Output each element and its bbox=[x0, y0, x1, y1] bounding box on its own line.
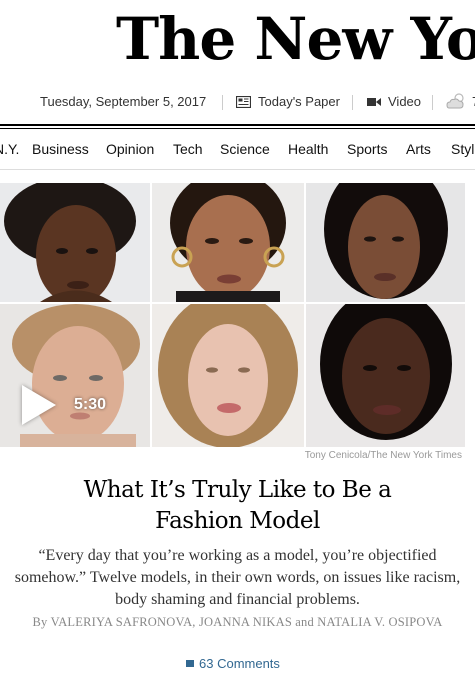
nav-item-sports[interactable]: Sports bbox=[347, 141, 387, 157]
comments-link[interactable]: 63 Comments bbox=[186, 656, 280, 671]
model-portrait bbox=[152, 304, 304, 447]
cloudy-weather-icon bbox=[446, 93, 464, 109]
nyt-logo[interactable]: The New York Times bbox=[116, 6, 475, 72]
video-duration: 5:30 bbox=[74, 396, 107, 413]
model-portrait bbox=[306, 304, 465, 447]
model-portrait bbox=[306, 183, 465, 302]
article-byline: By VALERIYA SAFRONOVA, JOANNA NIKAS and … bbox=[32, 615, 443, 629]
nav-divider bbox=[0, 169, 475, 170]
play-button-icon[interactable] bbox=[22, 385, 56, 425]
video-label: Video bbox=[388, 94, 422, 109]
video-camera-icon bbox=[367, 97, 381, 106]
nav-item-science[interactable]: Science bbox=[220, 141, 270, 157]
todays-paper-label: Today's Paper bbox=[258, 94, 340, 109]
model-portrait bbox=[0, 183, 150, 302]
article-summary: “Every day that you’re working as a mode… bbox=[14, 547, 461, 608]
divider bbox=[352, 95, 353, 110]
nav-item-style[interactable]: Style bbox=[451, 141, 475, 157]
video-link[interactable]: Video bbox=[367, 94, 421, 109]
comment-icon bbox=[186, 660, 194, 667]
section-nav: N.Y. Business Opinion Tech Science Healt… bbox=[0, 138, 475, 164]
info-bar: Tuesday, September 5, 2017 Today's Paper… bbox=[0, 86, 475, 118]
nav-item-arts[interactable]: Arts bbox=[406, 141, 431, 157]
article-headline[interactable]: What It’s Truly Like to Be a Fashion Mod… bbox=[20, 475, 455, 537]
masthead: The New York Times bbox=[0, 0, 475, 78]
headline-line: Fashion Model bbox=[155, 508, 320, 534]
weather-widget[interactable]: 7 bbox=[446, 92, 475, 110]
photo-credit: Tony Cenicola/The New York Times bbox=[304, 450, 462, 461]
current-date: Tuesday, September 5, 2017 bbox=[40, 94, 207, 109]
comments-count: 63 Comments bbox=[199, 656, 280, 671]
newspaper-icon bbox=[236, 95, 251, 108]
video-thumbnail[interactable] bbox=[0, 183, 465, 447]
nav-item-opinion[interactable]: Opinion bbox=[106, 141, 154, 157]
masthead-rule bbox=[0, 124, 475, 126]
nav-item-business[interactable]: Business bbox=[32, 141, 89, 157]
divider bbox=[432, 95, 433, 110]
todays-paper-link[interactable]: Today's Paper bbox=[236, 94, 340, 109]
masthead-rule-thin bbox=[0, 128, 475, 129]
model-portrait bbox=[152, 183, 304, 302]
nav-item-tech[interactable]: Tech bbox=[173, 141, 203, 157]
model-portrait bbox=[0, 304, 150, 447]
headline-line: What It’s Truly Like to Be a bbox=[83, 477, 392, 503]
nav-item-ny[interactable]: N.Y. bbox=[0, 141, 19, 157]
nav-item-health[interactable]: Health bbox=[288, 141, 328, 157]
divider bbox=[222, 95, 223, 110]
